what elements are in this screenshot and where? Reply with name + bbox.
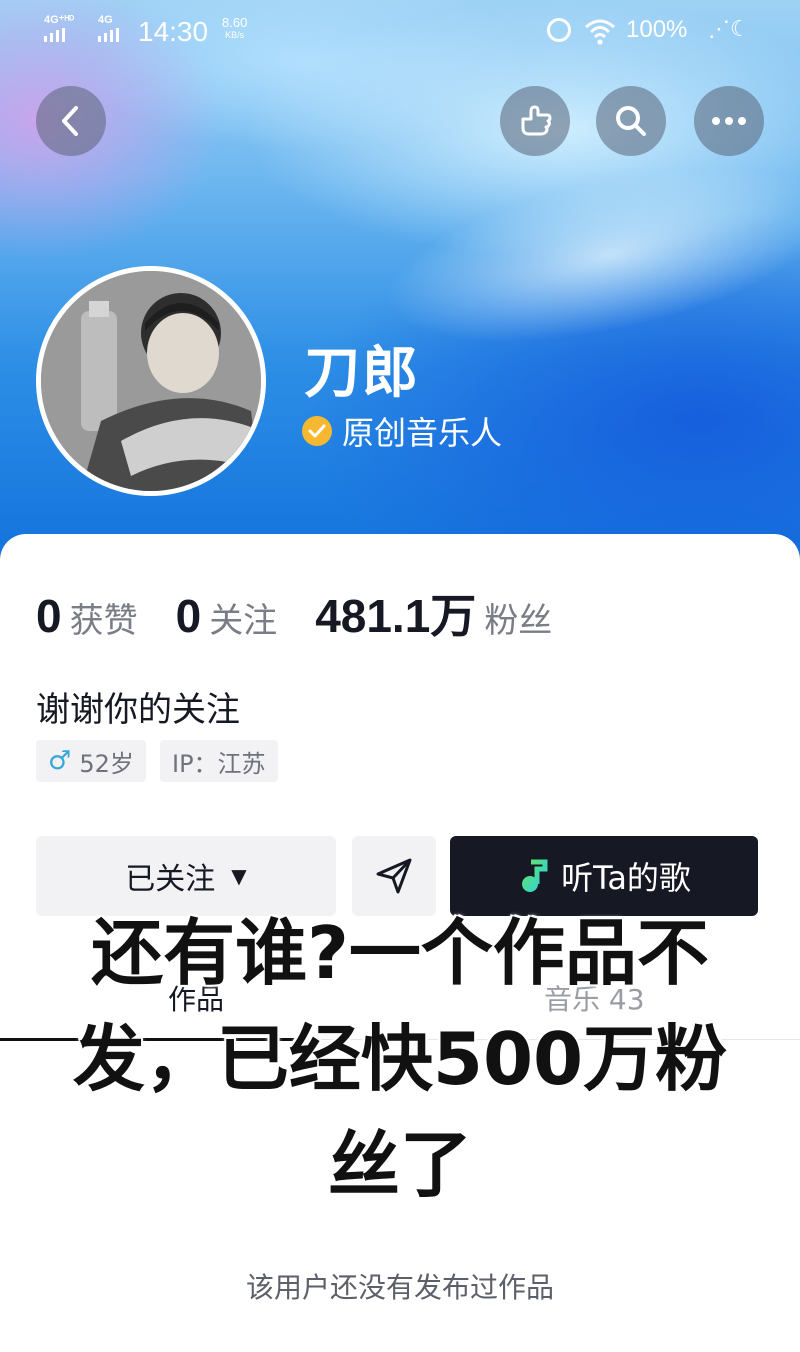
back-button[interactable] (36, 86, 106, 156)
following-button-label: 已关注 (125, 862, 216, 897)
likes-count[interactable]: 0 (36, 589, 62, 643)
battery-level: 100% (626, 16, 688, 43)
chevron-left-icon (62, 106, 78, 136)
background-light-streak (369, 133, 800, 377)
status-bar: 4G⁺ᴴᴰ 4G 14:30 8.60 KB/s 100% ⋰☾ (0, 0, 800, 64)
poke-button[interactable] (500, 86, 570, 156)
network-speed: 8.60 KB/s (222, 16, 247, 42)
network-indicator-1: 4G⁺ᴴᴰ (44, 14, 75, 26)
music-note-icon (522, 859, 548, 892)
verification-label: 原创音乐人 (342, 414, 503, 452)
age-text: 52岁 (79, 749, 134, 778)
caret-down-icon: ▼ (231, 864, 247, 888)
alarm-icon (547, 18, 571, 42)
age-tag: ♂ 52岁 (36, 740, 146, 782)
profile-name: 刀郎 (304, 341, 420, 406)
followers-count[interactable]: 481.1万 (315, 580, 476, 646)
search-icon (616, 106, 646, 136)
empty-works-message: 该用户还没有发布过作品 (245, 1271, 554, 1304)
network-indicator-2: 4G (98, 14, 113, 26)
profile-stats: 0 获赞 0 关注 481.1万 粉丝 (36, 580, 590, 646)
following-label: 关注 (209, 601, 278, 641)
network-speed-value: 8.60 (222, 15, 248, 30)
ip-location-text: IP：江苏 (172, 749, 266, 778)
following-count[interactable]: 0 (176, 589, 202, 643)
male-icon: ♂ (48, 746, 72, 776)
avatar[interactable] (36, 266, 266, 496)
search-button[interactable] (596, 86, 666, 156)
followers-label: 粉丝 (484, 601, 553, 641)
avatar-photo (41, 271, 261, 491)
listen-songs-label: 听Ta的歌 (561, 859, 691, 897)
signal-bars-2-icon (98, 28, 119, 42)
paper-plane-icon (376, 858, 412, 894)
do-not-disturb-icon: ⋰☾ (708, 16, 750, 41)
network-speed-unit: KB/s (225, 30, 245, 40)
ip-location-tag: IP：江苏 (160, 740, 278, 782)
wifi-icon (585, 19, 615, 45)
verified-check-icon (302, 416, 332, 446)
verification-badge[interactable]: 原创音乐人 (302, 408, 502, 454)
overlay-caption: 还有谁?一个作品不发，已经快500万粉丝了 (72, 911, 728, 1207)
more-icon (712, 117, 746, 125)
likes-label: 获赞 (69, 601, 138, 641)
signal-bars-1-icon (44, 28, 65, 42)
more-options-button[interactable] (694, 86, 764, 156)
profile-bio: 谢谢你的关注 (36, 690, 240, 730)
hand-pointer-icon (521, 105, 552, 136)
clock: 14:30 (138, 16, 209, 47)
